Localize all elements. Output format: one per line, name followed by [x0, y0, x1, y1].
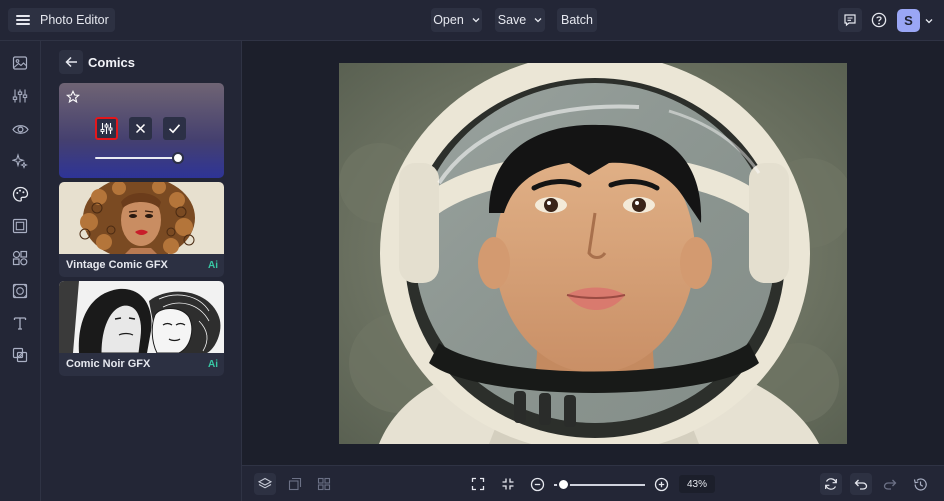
- shapes-icon: [12, 250, 28, 266]
- history-button[interactable]: [909, 473, 931, 495]
- text-icon: [13, 317, 27, 330]
- batch-button[interactable]: Batch: [557, 8, 597, 32]
- overlay-icon: [12, 347, 28, 363]
- rail-ai-tool[interactable]: [11, 152, 29, 170]
- effect-intensity-slider[interactable]: [171, 152, 184, 164]
- expand-icon: [471, 477, 485, 491]
- history-icon: [913, 477, 927, 491]
- cancel-effect-button[interactable]: [129, 117, 152, 140]
- comic-noir-thumbnail: [59, 281, 224, 353]
- star-icon[interactable]: [66, 90, 80, 104]
- rail-graphics-tool[interactable]: [11, 249, 29, 267]
- rail-overlay-tool[interactable]: [11, 346, 29, 364]
- back-button[interactable]: [59, 50, 83, 74]
- zoom-in-icon: [654, 477, 668, 491]
- panel-title: Comics: [88, 55, 135, 70]
- zoom-level[interactable]: 43%: [679, 475, 715, 493]
- sparkle-icon: [12, 153, 28, 169]
- open-label: Open: [433, 13, 464, 27]
- ai-badge: Ai: [208, 359, 218, 370]
- canvas-area: [242, 41, 944, 465]
- effect-intensity-track[interactable]: [95, 157, 182, 159]
- bottom-toolbar: 43%: [242, 465, 944, 501]
- chevron-down-icon: [534, 18, 542, 23]
- ai-badge: Ai: [208, 260, 218, 271]
- redo-button[interactable]: [879, 473, 901, 495]
- grid-button[interactable]: [313, 473, 335, 495]
- effects-panel: Comics Vintage Comic GFX Ai Comic Noir G…: [41, 41, 242, 501]
- main-menu-button[interactable]: Photo Editor: [8, 8, 115, 32]
- undo-icon: [854, 479, 868, 490]
- actual-size-button[interactable]: [497, 473, 519, 495]
- rail-frames-tool[interactable]: [11, 217, 29, 235]
- vintage-comic-thumbnail: [59, 182, 224, 254]
- open-button[interactable]: Open: [431, 8, 482, 32]
- help-button[interactable]: [867, 8, 891, 32]
- arrow-left-icon: [64, 56, 77, 68]
- chevron-down-icon[interactable]: [925, 17, 933, 25]
- rail-image-tool[interactable]: [11, 54, 29, 72]
- effect-label: Vintage Comic GFX: [66, 259, 168, 271]
- effect-label: Comic Noir GFX: [66, 358, 151, 370]
- layers-button[interactable]: [254, 473, 276, 495]
- rail-adjust-tool[interactable]: [11, 87, 29, 105]
- palette-icon: [12, 186, 28, 202]
- rail-effects-tool[interactable]: [11, 185, 29, 203]
- close-icon: [135, 123, 146, 134]
- compare-button[interactable]: [284, 473, 306, 495]
- reset-button[interactable]: [820, 473, 842, 495]
- frame-icon: [12, 218, 28, 234]
- save-button[interactable]: Save: [495, 8, 545, 32]
- sliders-icon: [12, 89, 28, 103]
- app-title: Photo Editor: [40, 13, 109, 27]
- rail-view-tool[interactable]: [11, 120, 29, 138]
- zoom-slider-thumb[interactable]: [557, 478, 571, 491]
- eye-icon: [11, 124, 29, 134]
- effect-card-comic-noir[interactable]: Comic Noir GFX Ai: [59, 281, 224, 376]
- check-icon: [168, 124, 181, 134]
- chevron-down-icon: [472, 18, 480, 23]
- layers-icon: [258, 477, 272, 489]
- user-avatar[interactable]: S: [897, 9, 920, 32]
- photo-canvas[interactable]: [339, 63, 847, 444]
- rail-text-tool[interactable]: [11, 314, 29, 332]
- grid-icon: [317, 477, 331, 491]
- hamburger-icon: [16, 15, 30, 25]
- effect-card-vintage-comic[interactable]: Vintage Comic GFX Ai: [59, 182, 224, 277]
- undo-button[interactable]: [850, 473, 872, 495]
- effect-settings-button[interactable]: [95, 117, 118, 140]
- image-icon: [12, 56, 28, 70]
- zoom-out-button[interactable]: [526, 473, 548, 495]
- zoom-in-button[interactable]: [650, 473, 672, 495]
- redo-icon: [883, 479, 897, 490]
- texture-icon: [12, 283, 28, 299]
- active-effect-card: [59, 83, 224, 178]
- fit-to-screen-button[interactable]: [467, 473, 489, 495]
- comments-button[interactable]: [838, 8, 862, 32]
- sliders-icon: [100, 123, 113, 134]
- apply-effect-button[interactable]: [163, 117, 186, 140]
- zoom-out-icon: [530, 477, 544, 491]
- refresh-icon: [825, 478, 837, 490]
- tool-rail: [0, 41, 41, 501]
- help-icon: [871, 12, 887, 28]
- compare-icon: [288, 477, 302, 491]
- save-label: Save: [497, 13, 527, 27]
- top-bar: Photo Editor Open Save Batch S: [0, 0, 944, 41]
- collapse-icon: [502, 478, 514, 490]
- rail-texture-tool[interactable]: [11, 282, 29, 300]
- batch-label: Batch: [561, 13, 593, 27]
- comment-icon: [844, 14, 856, 27]
